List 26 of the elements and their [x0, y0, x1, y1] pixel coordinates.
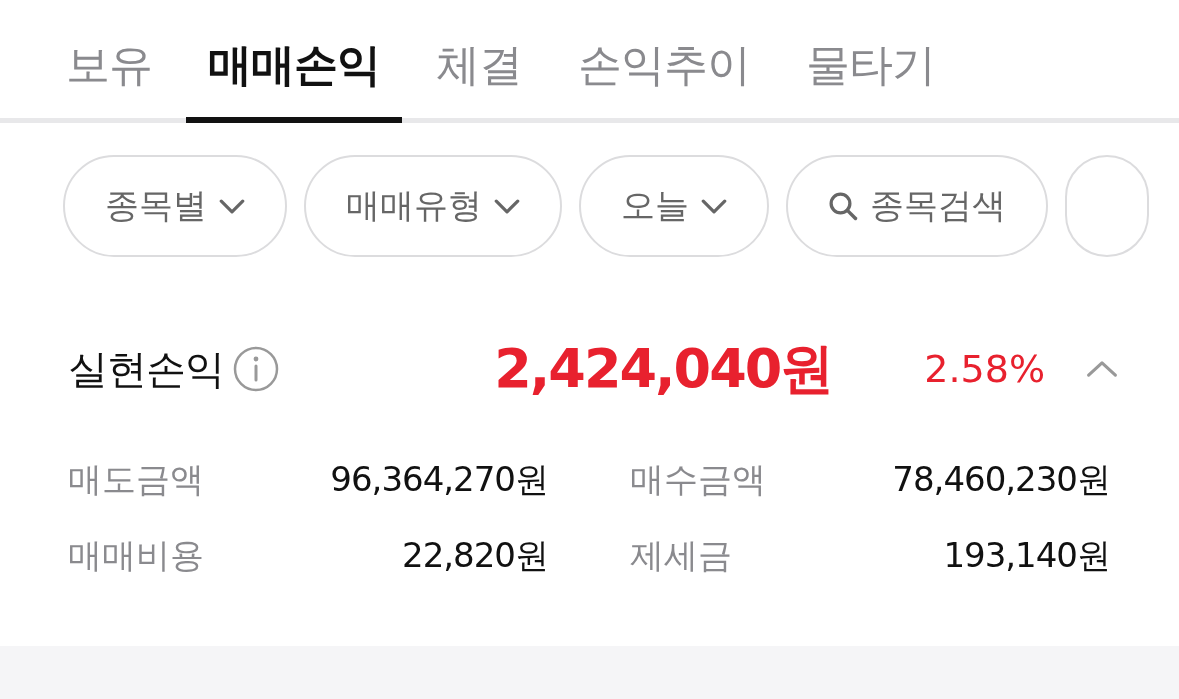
realized-pl-rate: 2.58% [924, 347, 1045, 391]
detail-value: 22,820원 [402, 534, 548, 577]
detail-label: 제세금 [630, 534, 732, 577]
filter-dropdown[interactable]: 종목별 [63, 155, 287, 257]
search-icon [828, 191, 858, 221]
tab[interactable]: 물타기 [784, 0, 957, 123]
filter-dropdown[interactable]: 매매유형 [304, 155, 562, 257]
realized-pl-label: 실현손익 [68, 344, 224, 394]
tab[interactable]: 매매손익 [186, 0, 402, 123]
detail-label: 매매비용 [68, 534, 204, 577]
chevron-up-icon[interactable] [1085, 359, 1119, 379]
chevron-down-icon [219, 198, 245, 214]
tab[interactable]: 손익추이 [556, 0, 772, 123]
tab[interactable]: 체결 [414, 0, 544, 123]
tab[interactable]: 보유 [44, 0, 174, 123]
info-icon[interactable] [232, 345, 280, 393]
detail-value: 193,140원 [943, 534, 1110, 577]
detail-label: 매도금액 [68, 458, 204, 501]
detail-value: 78,460,230원 [892, 458, 1110, 501]
filter-dropdown[interactable]: 오늘 [579, 155, 769, 257]
stock-search-button[interactable]: 종목검색 [786, 155, 1048, 257]
realized-pl-amount: 2,424,040원 [494, 335, 833, 402]
detail-label: 매수금액 [630, 458, 766, 501]
chevron-down-icon [701, 198, 727, 214]
detail-value: 96,364,270원 [330, 458, 548, 501]
chevron-down-icon [494, 198, 520, 214]
